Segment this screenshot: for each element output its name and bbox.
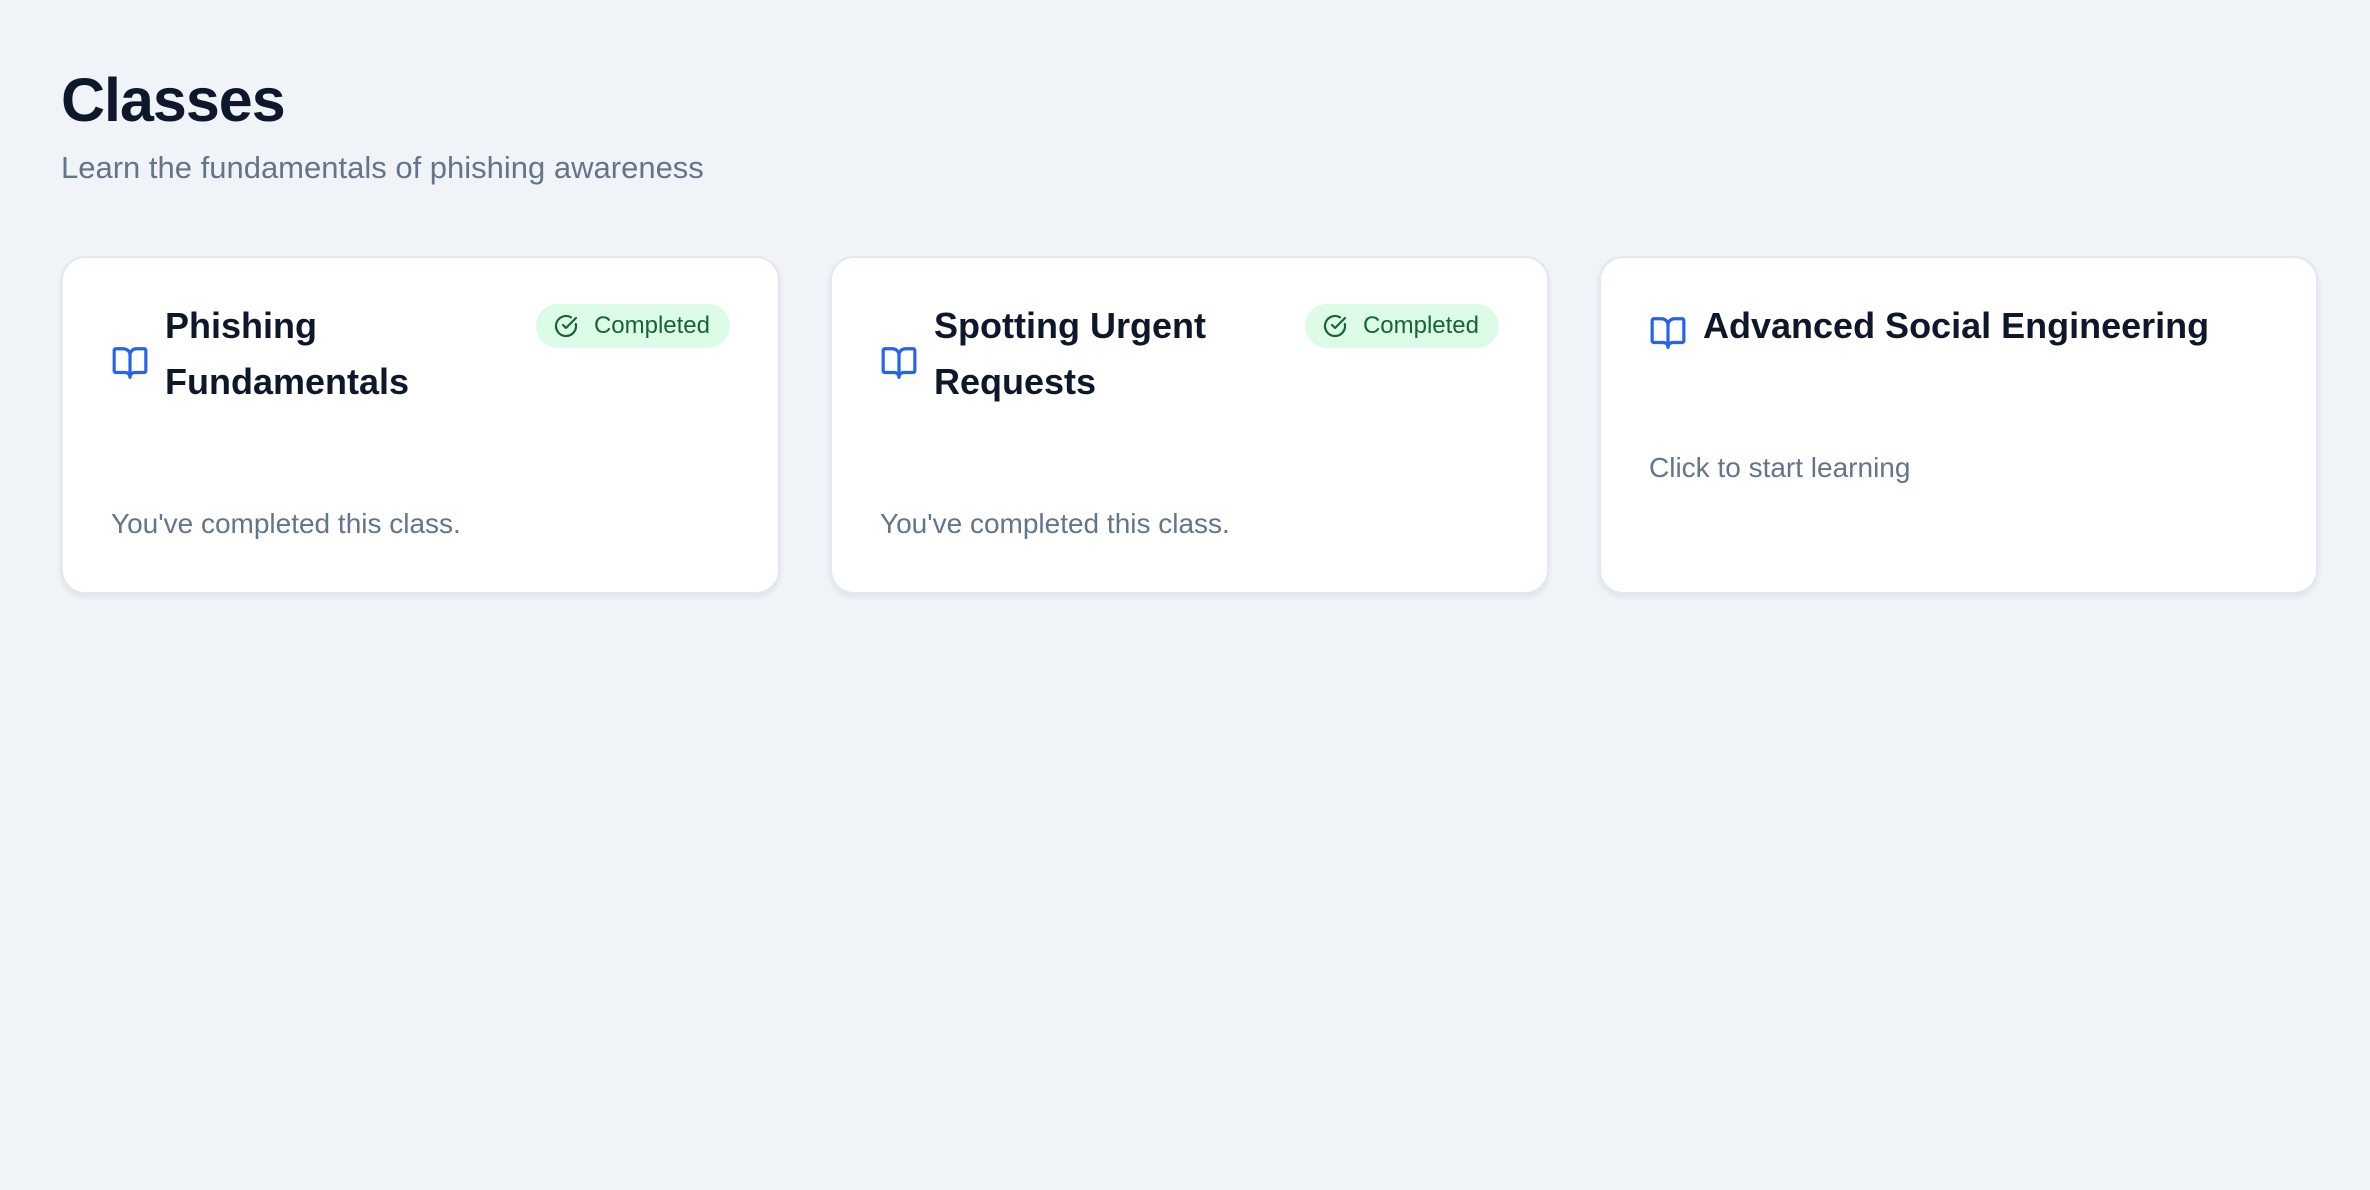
class-description: Click to start learning — [1649, 452, 1911, 483]
class-description: You've completed this class. — [111, 508, 461, 539]
badge-label: Completed — [1362, 312, 1479, 339]
class-card-spotting-urgent-requests[interactable]: Spotting Urgent Requests Completed You'v… — [830, 256, 1549, 594]
check-circle-icon — [1323, 314, 1347, 338]
class-card-phishing-fundamentals[interactable]: Phishing Fundamentals Completed You've c… — [61, 256, 780, 594]
card-header: Advanced Social Engineering — [1649, 305, 2268, 366]
class-card-grid: Phishing Fundamentals Completed You've c… — [61, 256, 2318, 594]
class-title: Spotting Urgent Requests — [934, 305, 1206, 402]
book-open-icon — [1649, 314, 1687, 352]
class-description: You've completed this class. — [880, 508, 1230, 539]
badge-label: Completed — [593, 312, 710, 339]
completed-badge: Completed — [1304, 304, 1499, 348]
page-subtitle: Learn the fundamentals of phishing aware… — [61, 150, 704, 185]
book-open-icon — [111, 344, 149, 382]
book-open-icon — [880, 344, 918, 382]
class-title: Advanced Social Engineering — [1703, 305, 2210, 346]
completed-badge: Completed — [535, 304, 730, 348]
classes-page: Classes Learn the fundamentals of phishi… — [0, 0, 2370, 1190]
class-card-advanced-social-engineering[interactable]: Advanced Social Engineering Click to sta… — [1599, 256, 2318, 594]
check-circle-icon — [554, 314, 578, 338]
page-title: Classes — [61, 66, 286, 134]
class-title: Phishing Fundamentals — [165, 305, 410, 402]
